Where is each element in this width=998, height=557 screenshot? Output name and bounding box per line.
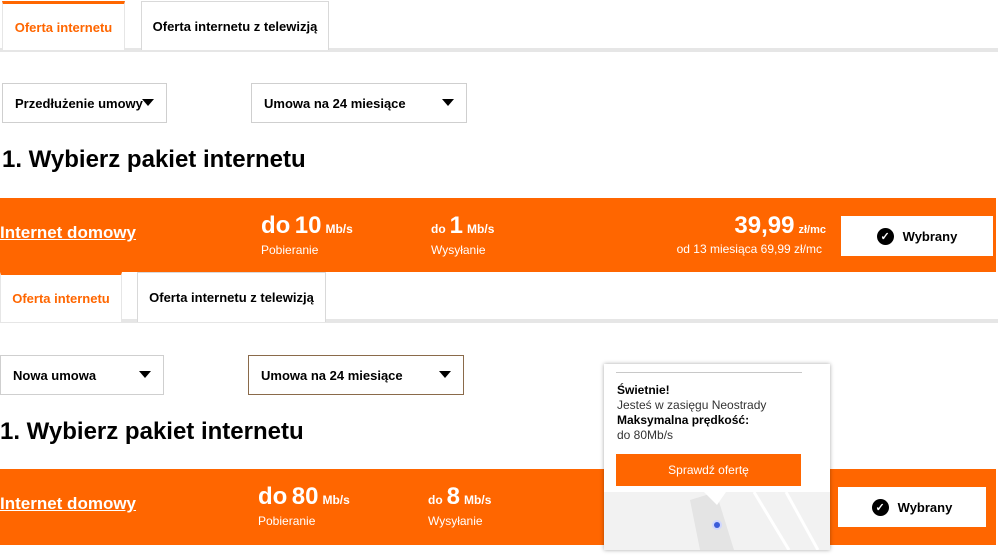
popup-coverage-text: Jesteś w zasięgu Neostrady xyxy=(617,398,767,412)
upload-pre: do xyxy=(431,222,446,236)
caret-down-icon xyxy=(442,99,454,106)
upload-speed: do 1 Mb/s xyxy=(431,212,494,240)
upload-label: Wysyłanie xyxy=(428,514,483,528)
download-unit: Mb/s xyxy=(322,493,350,507)
download-pre: do xyxy=(261,212,291,239)
download-value: 80 xyxy=(291,483,319,510)
contract-type-select[interactable]: Nowa umowa xyxy=(0,355,164,395)
package-row: Internet domowy do 10 Mb/s Pobieranie do 1… xyxy=(0,198,996,272)
selected-button-label: Wybrany xyxy=(902,228,958,244)
selected-button-label: Wybrany xyxy=(897,499,953,515)
price-note: od 13 miesiąca 69,99 zł/mc xyxy=(676,242,822,256)
tab-internet-offer[interactable]: Oferta internetu xyxy=(0,272,122,322)
tab-internet-tv-offer[interactable]: Oferta internetu z telewizją xyxy=(141,1,329,50)
map-lines xyxy=(690,491,820,550)
section-heading: 1. Wybierz pakiet internetu xyxy=(0,418,304,445)
caret-down-icon xyxy=(139,371,151,378)
check-circle-icon: ✓ xyxy=(871,498,889,516)
selected-button[interactable]: ✓ Wybrany xyxy=(838,487,986,527)
caret-down-icon xyxy=(439,371,451,378)
upload-value: 1 xyxy=(449,212,464,239)
upload-unit: Mb/s xyxy=(467,222,495,236)
popup-speed-value: do 80Mb/s xyxy=(617,428,674,442)
download-value: 10 xyxy=(294,212,322,239)
contract-term-value: Umowa na 24 miesiące xyxy=(261,367,403,383)
upload-value: 8 xyxy=(446,483,461,510)
popup-title: Świetnie! xyxy=(617,383,670,397)
tab-internet-offer[interactable]: Oferta internetu xyxy=(2,1,125,50)
selected-button[interactable]: ✓ Wybrany xyxy=(841,216,993,256)
package-name-link[interactable]: Internet domowy xyxy=(0,223,136,243)
upload-speed: do 8 Mb/s xyxy=(428,483,491,511)
upload-unit: Mb/s xyxy=(464,493,492,507)
check-offer-button[interactable]: Sprawdź ofertę xyxy=(616,454,801,486)
upload-pre: do xyxy=(428,493,443,507)
check-circle-icon: ✓ xyxy=(876,227,894,245)
download-speed: do 80 Mb/s xyxy=(258,483,350,511)
contract-type-select[interactable]: Przedłużenie umowy xyxy=(2,83,167,123)
download-label: Pobieranie xyxy=(261,243,319,257)
popup-divider xyxy=(616,372,802,373)
download-unit: Mb/s xyxy=(325,222,353,236)
package-row: Internet domowy do 80 Mb/s Pobieranie do 8… xyxy=(0,469,996,545)
contract-term-value: Umowa na 24 miesiące xyxy=(264,95,406,111)
price: 39,99 zł/mc xyxy=(734,212,826,240)
popup-speed-label: Maksymalna prędkość: xyxy=(617,413,750,427)
price-value: 39,99 xyxy=(734,212,795,239)
tab-internet-tv-offer[interactable]: Oferta internetu z telewizją xyxy=(137,272,326,322)
contract-type-value: Przedłużenie umowy xyxy=(15,95,143,111)
contract-term-select[interactable]: Umowa na 24 miesiące xyxy=(248,355,464,395)
map-preview[interactable] xyxy=(604,491,830,550)
upload-label: Wysyłanie xyxy=(431,243,486,257)
download-pre: do xyxy=(258,483,288,510)
map-pin-icon xyxy=(714,522,720,528)
section-heading: 1. Wybierz pakiet internetu xyxy=(2,146,306,173)
download-label: Pobieranie xyxy=(258,514,316,528)
price-unit: zł/mc xyxy=(798,224,826,236)
download-speed: do 10 Mb/s xyxy=(261,212,353,240)
package-name-link[interactable]: Internet domowy xyxy=(0,494,136,514)
contract-term-select[interactable]: Umowa na 24 miesiące xyxy=(251,83,467,123)
coverage-popup: Świetnie! Jesteś w zasięgu Neostrady Mak… xyxy=(604,364,830,550)
contract-type-value: Nowa umowa xyxy=(13,367,97,383)
caret-down-icon xyxy=(142,99,154,106)
